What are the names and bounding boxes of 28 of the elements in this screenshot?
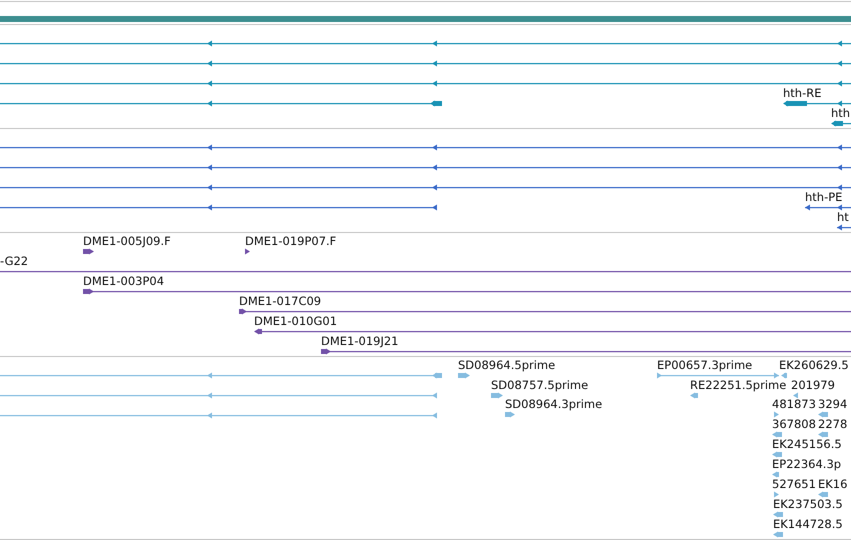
feature-label: hth — [831, 107, 850, 120]
feature-label: EP00657.3prime — [657, 359, 752, 372]
feature-label: 3294 — [818, 398, 848, 411]
feature-label: SD08757.5prime — [491, 379, 588, 392]
feature-label: 527651 — [772, 478, 816, 491]
feature-label: EK245156.5 — [772, 438, 842, 451]
feature-label: EK16 — [818, 478, 848, 491]
feature-label: EK260629.5 — [779, 359, 849, 372]
feature-label: DME1-003P04 — [83, 275, 164, 288]
feature-label: hth-PE — [805, 191, 842, 204]
feature-label: EK237503.5 — [773, 498, 843, 511]
feature-label: DME1-019P07.F — [245, 235, 336, 248]
feature-label: hth-RE — [783, 87, 822, 100]
feature-label: 481873 — [772, 398, 816, 411]
feature-label: SD08964.5prime — [458, 359, 556, 372]
feature-label: DME1-019J21 — [321, 335, 398, 348]
feature-label: DME1-010G01 — [254, 315, 338, 328]
feature-label: 367808 — [772, 418, 816, 431]
feature-label: 2278 — [818, 418, 848, 431]
feature-label: EP22364.3p — [772, 458, 842, 471]
feature-label: DME1-017C09 — [239, 295, 322, 308]
feature-label: DME1-005J09.F — [83, 235, 171, 248]
feature-label: SD08964.3prime — [505, 398, 602, 411]
feature-label: RE22251.5prime — [690, 379, 786, 392]
feature-label: ht — [837, 211, 849, 224]
feature-label: -G22 — [0, 255, 28, 268]
feature-label: EK144728.5 — [773, 518, 843, 531]
feature-label: 201979 — [791, 379, 835, 392]
